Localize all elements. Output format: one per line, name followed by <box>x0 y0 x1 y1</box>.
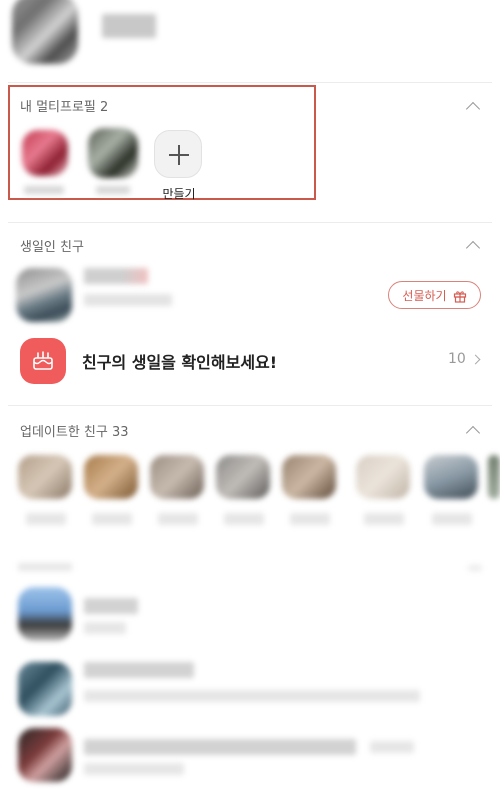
friend-status-message <box>370 741 414 753</box>
updated-friend-name <box>290 513 330 525</box>
chevron-up-icon[interactable] <box>465 425 481 441</box>
chevron-right-icon <box>470 354 481 365</box>
updated-friend-avatar[interactable] <box>84 455 138 499</box>
friend-avatar[interactable] <box>18 662 72 716</box>
multi-profile-name <box>24 186 64 194</box>
friends-list-header <box>18 563 72 571</box>
birthday-title: 생일인 친구 <box>20 240 84 255</box>
divider <box>8 82 492 83</box>
my-profile-name <box>102 14 156 38</box>
divider <box>8 222 492 223</box>
cake-icon <box>20 338 66 384</box>
my-profile-row[interactable] <box>0 0 500 82</box>
chevron-up-icon[interactable] <box>465 101 481 117</box>
updated-friend-name <box>224 513 264 525</box>
multi-profile-title: 내 멀티프로필 2 <box>20 100 109 115</box>
birthday-count: 10 <box>448 351 466 367</box>
divider <box>8 405 492 406</box>
add-multi-profile-label: 만들기 <box>162 187 196 201</box>
updated-friends-title: 업데이트한 친구 33 <box>20 425 129 440</box>
updated-friend-avatar[interactable] <box>216 455 270 499</box>
gift-button-label: 선물하기 <box>402 288 447 303</box>
friend-avatar[interactable] <box>18 728 72 782</box>
friends-list-count <box>468 565 482 571</box>
friend-name <box>84 739 356 755</box>
check-birthday-row[interactable]: 친구의 생일을 확인해보세요! 10 <box>16 336 486 386</box>
multi-profile-avatar[interactable] <box>88 128 138 178</box>
chevron-up-icon[interactable] <box>465 240 481 256</box>
friend-name <box>84 598 138 614</box>
birthday-friend-status <box>84 294 172 306</box>
updated-friend-name <box>364 513 404 525</box>
updated-friend-avatar[interactable] <box>488 455 500 499</box>
updated-friend-name <box>26 513 66 525</box>
updated-friend-name <box>158 513 198 525</box>
updated-friend-name <box>92 513 132 525</box>
updated-friend-name <box>432 513 472 525</box>
updated-friend-avatar[interactable] <box>150 455 204 499</box>
friend-avatar[interactable] <box>18 587 72 641</box>
friend-name <box>84 662 194 678</box>
add-multi-profile-button[interactable] <box>154 130 202 178</box>
birthday-friend-name <box>84 268 148 284</box>
multi-profile-avatar[interactable] <box>22 130 68 176</box>
check-birthday-message: 친구의 생일을 확인해보세요! <box>82 353 278 372</box>
gift-button[interactable]: 선물하기 <box>388 281 481 309</box>
friend-status-message <box>84 622 126 634</box>
friend-status-message <box>84 763 184 775</box>
updated-friend-avatar[interactable] <box>424 455 478 499</box>
my-profile-avatar[interactable] <box>12 0 78 64</box>
gift-icon <box>453 289 467 303</box>
multi-profile-name <box>96 186 130 194</box>
friend-status-message <box>84 690 420 702</box>
updated-friend-avatar[interactable] <box>282 455 336 499</box>
birthday-friend-avatar[interactable] <box>16 268 72 322</box>
updated-friend-avatar[interactable] <box>18 455 72 499</box>
updated-friend-avatar[interactable] <box>356 455 410 499</box>
